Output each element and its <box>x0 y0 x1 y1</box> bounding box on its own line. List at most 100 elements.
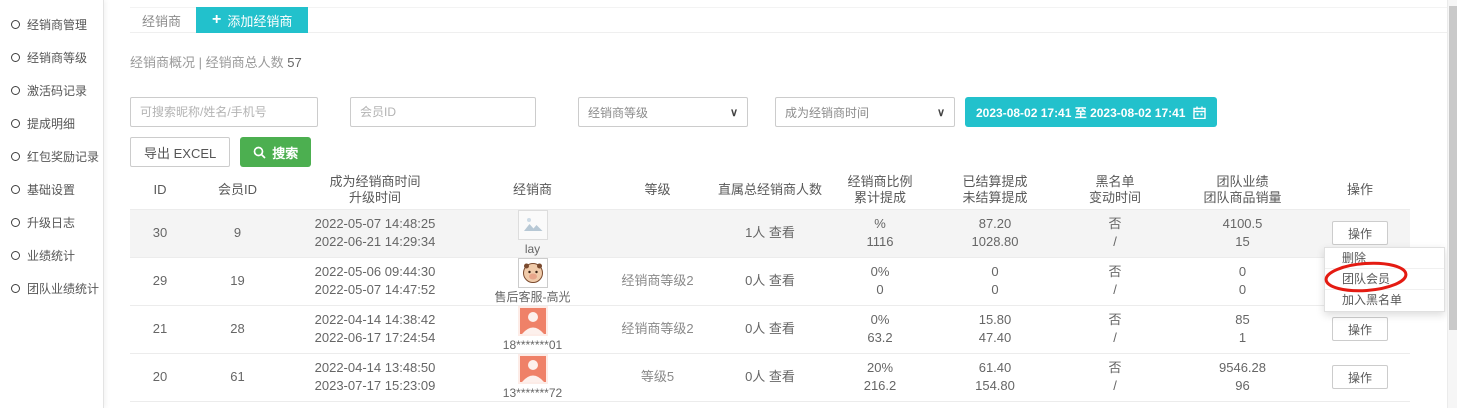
col-time: 成为经销商时间升级时间 <box>285 171 465 209</box>
menu-item-team-members[interactable]: 团队会员 <box>1325 269 1444 290</box>
cell-level <box>600 401 715 408</box>
member-id-input[interactable] <box>350 97 536 127</box>
dealer-level-select[interactable]: 经销商等级 ∨ <box>578 97 748 127</box>
dealer-name: 13*******72 <box>503 385 562 401</box>
col-dealer: 经销商 <box>465 171 600 209</box>
avatar <box>518 210 548 240</box>
sidebar-item-label: 激活码记录 <box>27 82 87 99</box>
circle-icon <box>11 86 20 95</box>
dealer-name: 18*******01 <box>503 337 562 353</box>
col-actions: 操作 <box>1310 171 1410 209</box>
table-header: ID 会员ID 成为经销商时间升级时间 经销商 等级 直属总经销商人数 经销商比… <box>130 171 1410 209</box>
cell-level <box>600 209 715 257</box>
dealer-table: ID 会员ID 成为经销商时间升级时间 经销商 等级 直属总经销商人数 经销商比… <box>130 171 1410 408</box>
cell-settled: 00 <box>935 257 1055 305</box>
summary-divider: | <box>199 55 202 70</box>
cell-team: 00 <box>1175 257 1310 305</box>
time-type-select[interactable]: 成为经销商时间 ∨ <box>775 97 955 127</box>
tab-dealer[interactable]: 经销商 <box>142 11 181 30</box>
cell-time: 2022-04-14 13:48:502023-07-17 15:23:09 <box>285 353 465 401</box>
total-label: 经销商总人数 <box>206 55 284 70</box>
cell-direct-count: 0人 查看 <box>715 401 825 408</box>
cell-dealer: 售后客服-高光 <box>465 257 600 305</box>
view-link[interactable]: 查看 <box>769 369 795 384</box>
cell-ratio: %4427.63 <box>825 401 935 408</box>
circle-icon <box>11 20 20 29</box>
sidebar-item-commission-detail[interactable]: 提成明细 <box>0 107 103 140</box>
calendar-icon <box>1193 106 1206 119</box>
cell-team: 851 <box>1175 305 1310 353</box>
chevron-down-icon: ∨ <box>937 106 945 119</box>
search-button-label: 搜索 <box>272 143 298 162</box>
sidebar-item-label: 业绩统计 <box>27 247 75 264</box>
row-action-button[interactable]: 操作 <box>1332 365 1388 389</box>
cell-dealer <box>465 401 600 408</box>
add-dealer-label: 添加经销商 <box>227 11 292 30</box>
cell-id: 20 <box>130 353 190 401</box>
scrollbar[interactable] <box>1447 0 1457 408</box>
cell-level: 等级5 <box>600 353 715 401</box>
scrollbar-thumb[interactable] <box>1449 6 1457 330</box>
dealer-level-select-value: 经销商等级 <box>588 104 648 121</box>
add-dealer-button[interactable]: + 添加经销商 <box>196 7 308 33</box>
sidebar-item-label: 团队业绩统计 <box>27 280 99 297</box>
chevron-down-icon: ∨ <box>730 106 738 119</box>
cell-team: 4100.515 <box>1175 209 1310 257</box>
table-row: 19 16 2022-04-14 08:58:052022-09-02 11:5… <box>130 401 1410 408</box>
cell-level: 经销商等级2 <box>600 257 715 305</box>
cell-dealer: 13*******72 <box>465 353 600 401</box>
cell-direct-count: 0人 查看 <box>715 353 825 401</box>
col-blacklist: 黑名单变动时间 <box>1055 171 1175 209</box>
sidebar-item-redpacket-reward[interactable]: 红包奖励记录 <box>0 140 103 173</box>
sidebar-item-team-performance-stats[interactable]: 团队业绩统计 <box>0 272 103 305</box>
cell-member-id: 16 <box>190 401 285 408</box>
cell-id: 19 <box>130 401 190 408</box>
view-link[interactable]: 查看 <box>769 225 795 240</box>
plus-icon: + <box>212 12 221 28</box>
search-icon <box>253 146 266 159</box>
cell-settled: 15.8047.40 <box>935 305 1055 353</box>
view-link[interactable]: 查看 <box>769 321 795 336</box>
keyword-input[interactable] <box>130 97 318 127</box>
sidebar-item-upgrade-log[interactable]: 升级日志 <box>0 206 103 239</box>
sidebar-item-activation-code[interactable]: 激活码记录 <box>0 74 103 107</box>
sidebar-item-dealer-management[interactable]: 经销商管理 <box>0 8 103 41</box>
sidebar-item-label: 经销商等级 <box>27 49 87 66</box>
overview-label: 经销商概况 <box>130 55 195 70</box>
view-link[interactable]: 查看 <box>769 273 795 288</box>
sidebar-item-dealer-level[interactable]: 经销商等级 <box>0 41 103 74</box>
cell-team: 1223.994 <box>1175 401 1310 408</box>
table-row: 30 9 2022-05-07 14:48:252022-06-21 14:29… <box>130 209 1410 257</box>
sidebar-item-performance-stats[interactable]: 业绩统计 <box>0 239 103 272</box>
cell-blacklist: 否/ <box>1055 401 1175 408</box>
export-excel-button[interactable]: 导出 EXCEL <box>130 137 230 167</box>
sidebar: 经销商管理 经销商等级 激活码记录 提成明细 红包奖励记录 基础设置 升级日志 … <box>0 0 104 408</box>
total-count: 57 <box>287 55 301 70</box>
date-range-button[interactable]: 2023-08-02 17:41 至 2023-08-02 17:41 <box>965 97 1217 127</box>
row-action-button[interactable]: 操作 <box>1332 317 1388 341</box>
avatar <box>518 354 548 384</box>
search-button[interactable]: 搜索 <box>240 137 311 167</box>
cell-time: 2022-05-07 14:48:252022-06-21 14:29:34 <box>285 209 465 257</box>
row-action-button[interactable]: 操作 <box>1332 221 1388 245</box>
cell-settled: 87.201028.80 <box>935 209 1055 257</box>
cell-ratio: 20%216.2 <box>825 353 935 401</box>
cell-blacklist: 否/ <box>1055 209 1175 257</box>
cell-ratio: 0%63.2 <box>825 305 935 353</box>
tab-bar: 经销商 + 添加经销商 <box>130 7 1447 33</box>
menu-item-add-blacklist[interactable]: 加入黑名单 <box>1325 290 1444 311</box>
dealer-name: lay <box>525 241 540 257</box>
sidebar-item-basic-settings[interactable]: 基础设置 <box>0 173 103 206</box>
summary-line: 经销商概况 | 经销商总人数 57 <box>130 52 1447 71</box>
main-content: 经销商 + 添加经销商 经销商概况 | 经销商总人数 57 经销商等级 ∨ 成为… <box>105 0 1447 408</box>
cell-blacklist: 否/ <box>1055 305 1175 353</box>
circle-icon <box>11 284 20 293</box>
col-direct-count: 直属总经销商人数 <box>715 171 825 209</box>
cell-team: 9546.2896 <box>1175 353 1310 401</box>
menu-item-delete[interactable]: 删除 <box>1325 248 1444 269</box>
cell-actions: 操作 <box>1310 305 1410 353</box>
cell-direct-count: 1人 查看 <box>715 209 825 257</box>
time-type-select-value: 成为经销商时间 <box>785 104 869 121</box>
col-settled: 已结算提成未结算提成 <box>935 171 1055 209</box>
table-row: 21 28 2022-04-14 14:38:422022-06-17 17:2… <box>130 305 1410 353</box>
